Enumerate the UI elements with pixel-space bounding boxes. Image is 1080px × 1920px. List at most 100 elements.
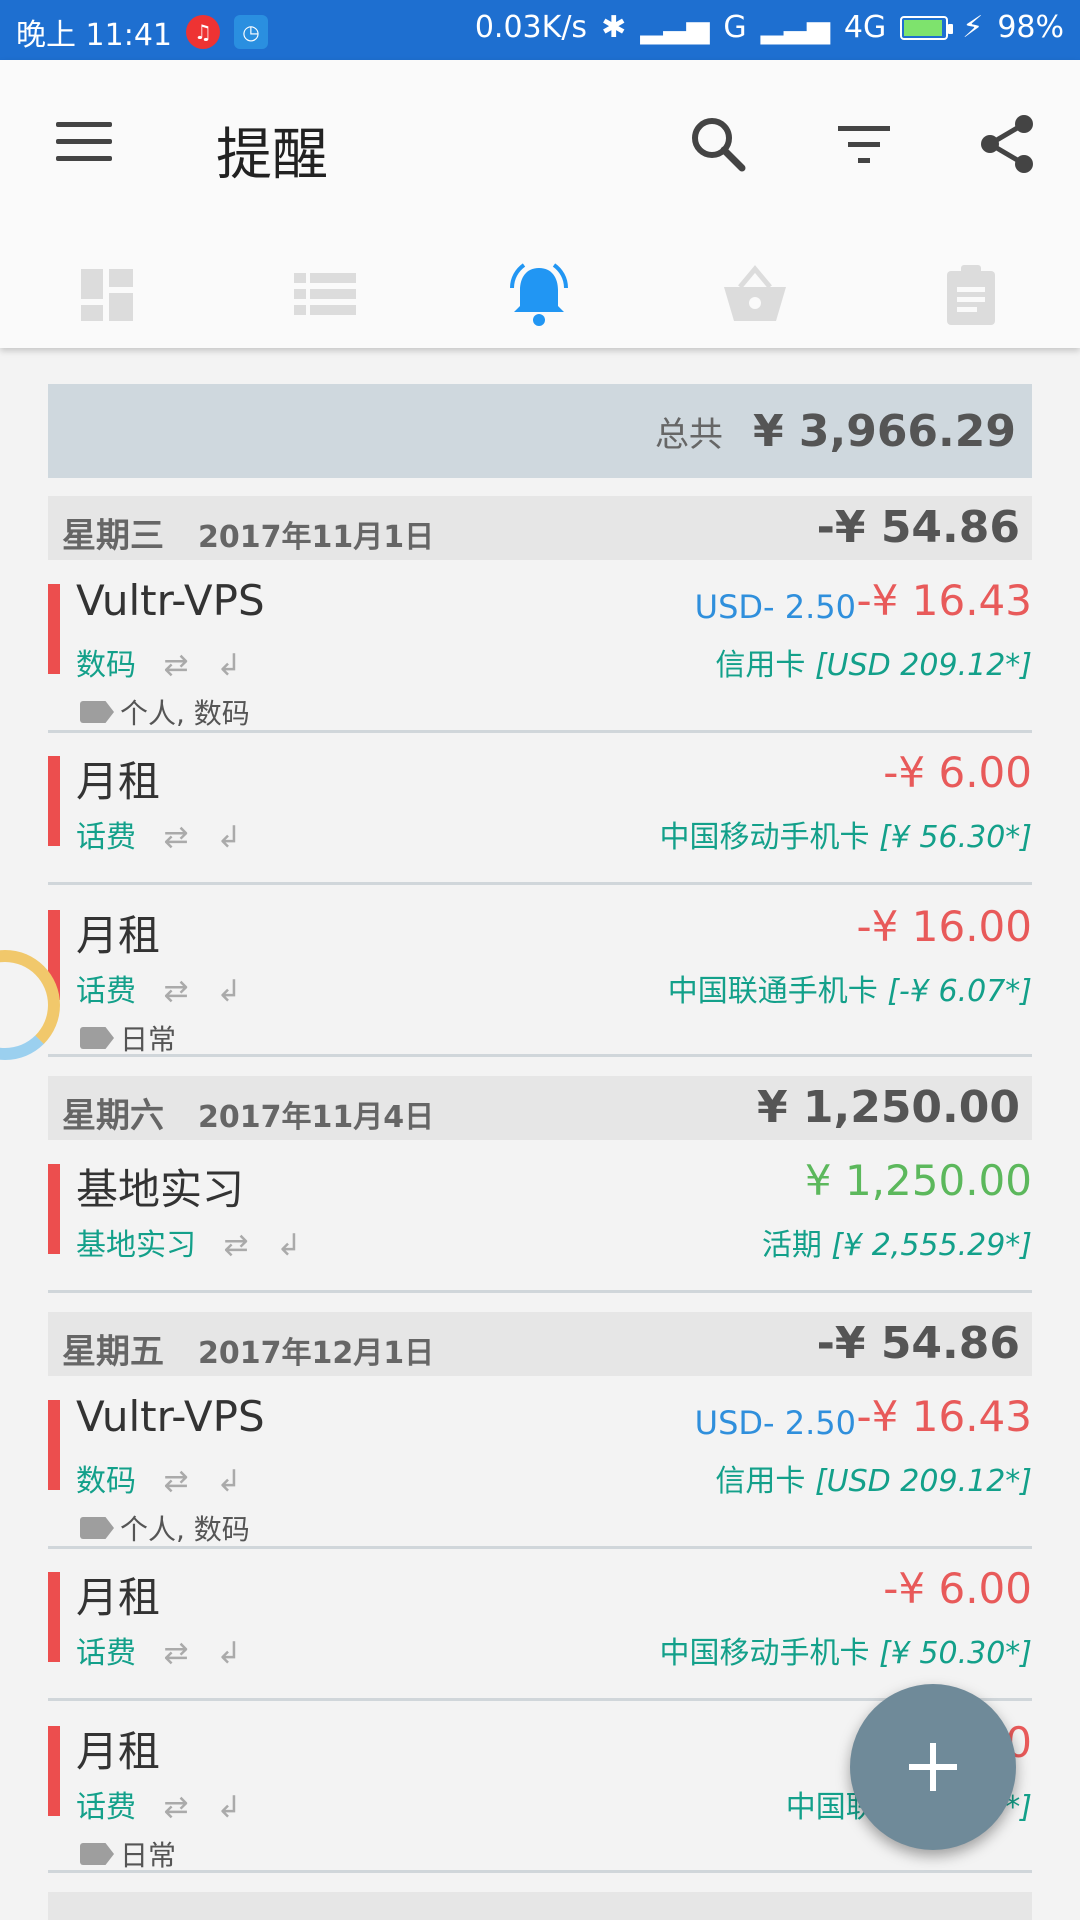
divider — [48, 882, 1032, 885]
status-bar-marker — [48, 756, 60, 846]
battery-icon — [900, 15, 954, 40]
item-usd: USD- 2.50 — [694, 588, 856, 626]
item-tags: 个人, 数码 — [80, 692, 250, 732]
account-name: 中国移动手机卡 — [659, 1636, 870, 1671]
item-name: 基地实习 — [76, 1165, 245, 1214]
tab-notes[interactable] — [936, 260, 1006, 330]
day-date: 2017年12月1日 — [198, 1336, 435, 1371]
repeat-icon: ⇄ — [163, 1636, 189, 1671]
item-tags-label: 日常 — [120, 1023, 177, 1056]
day-sum: -¥ 54.86 — [816, 1318, 1020, 1369]
list-icon — [294, 273, 356, 315]
total-label: 总共 — [654, 414, 723, 455]
day-date: 2017年11月1日 — [198, 520, 435, 555]
bell-icon — [510, 263, 568, 326]
item-amount: -¥ 6.00 — [883, 748, 1032, 797]
tab-bar — [0, 248, 1080, 348]
reminder-item[interactable]: 基地实习 基地实习 ⇄ ↲ ¥ 1,250.00 活期 [¥ 2,555.29*… — [48, 1146, 1032, 1286]
day-date: 2017年11月4日 — [198, 1100, 435, 1135]
signal-type-1: G — [723, 10, 747, 45]
return-icon: ↲ — [216, 974, 242, 1009]
return-icon: ↲ — [216, 1464, 242, 1499]
status-bar-marker — [48, 1164, 60, 1254]
filter-icon[interactable] — [832, 112, 896, 176]
item-category-label: 话费 — [76, 974, 136, 1009]
battery-level: 98% — [997, 10, 1064, 45]
total-value: ¥ 3,966.29 — [752, 405, 1016, 457]
status-bar: 晚上 11:41 ♫ ◷ 0.03K/s ✱ ▂▃▅ G ▂▃▅ 4G ⚡ 98… — [0, 0, 1080, 60]
item-account: 中国移动手机卡 [¥ 56.30*] — [660, 812, 1032, 856]
day-header: 星期五 2017年12月1日 -¥ 54.86 — [48, 1312, 1032, 1376]
repeat-icon: ⇄ — [163, 820, 189, 855]
item-category: 话费 ⇄ ↲ — [76, 1628, 241, 1672]
item-tags: 个人, 数码 — [80, 1508, 250, 1548]
item-tags: 日常 — [80, 1018, 176, 1058]
item-amount: -¥ 6.00 — [883, 1564, 1032, 1613]
repeat-icon: ⇄ — [163, 1790, 189, 1825]
menu-icon[interactable] — [56, 122, 112, 162]
search-icon[interactable] — [686, 112, 750, 176]
divider — [48, 1290, 1032, 1293]
return-icon: ↲ — [216, 648, 242, 683]
item-name: 月租 — [76, 911, 161, 960]
item-amount: ¥ 1,250.00 — [804, 1156, 1032, 1205]
charging-icon: ⚡ — [962, 10, 984, 45]
item-amount: -¥ 16.43 — [856, 576, 1032, 625]
return-icon: ↲ — [216, 1636, 242, 1671]
signal-type-2: 4G — [843, 10, 887, 45]
tag-icon — [80, 1027, 114, 1049]
item-category: 数码 ⇄ ↲ — [76, 1456, 241, 1500]
total-summary: 总共 ¥ 3,966.29 — [48, 384, 1032, 478]
network-speed: 0.03K/s — [474, 10, 588, 45]
tab-shopping[interactable] — [720, 260, 790, 330]
dashboard-icon — [81, 269, 133, 321]
item-account: 活期 [¥ 2,555.29*] — [762, 1220, 1032, 1264]
item-account: 信用卡 [USD 209.12*] — [715, 1456, 1032, 1500]
tab-reminders[interactable] — [504, 260, 574, 330]
tag-icon — [80, 1517, 114, 1539]
status-bar-marker — [48, 1572, 60, 1662]
item-category: 话费 ⇄ ↲ — [76, 966, 241, 1010]
item-category: 话费 ⇄ ↲ — [76, 1782, 241, 1826]
item-category-label: 话费 — [76, 820, 136, 855]
add-button[interactable] — [850, 1684, 1016, 1850]
return-icon: ↲ — [276, 1228, 302, 1263]
tag-icon — [80, 701, 114, 723]
plus-icon — [909, 1743, 957, 1791]
reminder-item[interactable]: 月租 话费 ⇄ ↲ -¥ 6.00 中国移动手机卡 [¥ 56.30*] — [48, 738, 1032, 878]
return-icon: ↲ — [216, 820, 242, 855]
reminder-item[interactable]: Vultr-VPS 数码 ⇄ ↲ 个人, 数码 USD- 2.50 -¥ 16.… — [48, 1382, 1032, 1546]
tag-icon — [80, 1843, 114, 1865]
day-sum: -¥ 54.86 — [816, 502, 1020, 553]
netease-music-icon: ♫ — [186, 15, 220, 49]
clock-app-icon: ◷ — [234, 15, 268, 49]
reminder-item[interactable]: 月租 话费 ⇄ ↲ -¥ 6.00 中国移动手机卡 [¥ 50.30*] — [48, 1554, 1032, 1694]
item-account: 中国移动手机卡 [¥ 50.30*] — [660, 1628, 1032, 1672]
item-category-label: 话费 — [76, 1790, 136, 1825]
account-balance: [-¥ 6.07*] — [887, 974, 1032, 1009]
item-amount: -¥ 16.00 — [856, 902, 1032, 951]
status-time: 晚上 11:41 — [16, 18, 172, 53]
account-name: 信用卡 — [715, 1464, 806, 1499]
item-category-label: 话费 — [76, 1636, 136, 1671]
app-bar: 提醒 — [0, 60, 1080, 348]
item-name: Vultr-VPS — [76, 576, 265, 625]
item-tags-label: 个人, 数码 — [120, 697, 250, 730]
tab-dashboard[interactable] — [72, 260, 142, 330]
item-category: 数码 ⇄ ↲ — [76, 640, 241, 684]
repeat-icon: ⇄ — [163, 974, 189, 1009]
item-category-label: 数码 — [76, 648, 136, 683]
item-category: 基地实习 ⇄ ↲ — [76, 1220, 301, 1264]
day-weekday: 星期五 — [62, 1332, 164, 1372]
status-bar-marker — [48, 1400, 60, 1490]
divider — [48, 1870, 1032, 1873]
divider — [48, 730, 1032, 733]
share-icon[interactable] — [976, 112, 1040, 176]
day-header: 星期六 2017年11月4日 ¥ 1,250.00 — [48, 1076, 1032, 1140]
tab-list[interactable] — [290, 260, 360, 330]
account-balance: [USD 209.12*] — [814, 1464, 1032, 1499]
reminder-item[interactable]: 月租 话费 ⇄ ↲ 日常 -¥ 16.00 中国联通手机卡 [-¥ 6.07*] — [48, 892, 1032, 1056]
reminder-item[interactable]: Vultr-VPS 数码 ⇄ ↲ 个人, 数码 USD- 2.50 -¥ 16.… — [48, 566, 1032, 730]
signal-icon-2: ▂▃▅ — [760, 10, 830, 45]
item-tags-label: 个人, 数码 — [120, 1513, 250, 1546]
